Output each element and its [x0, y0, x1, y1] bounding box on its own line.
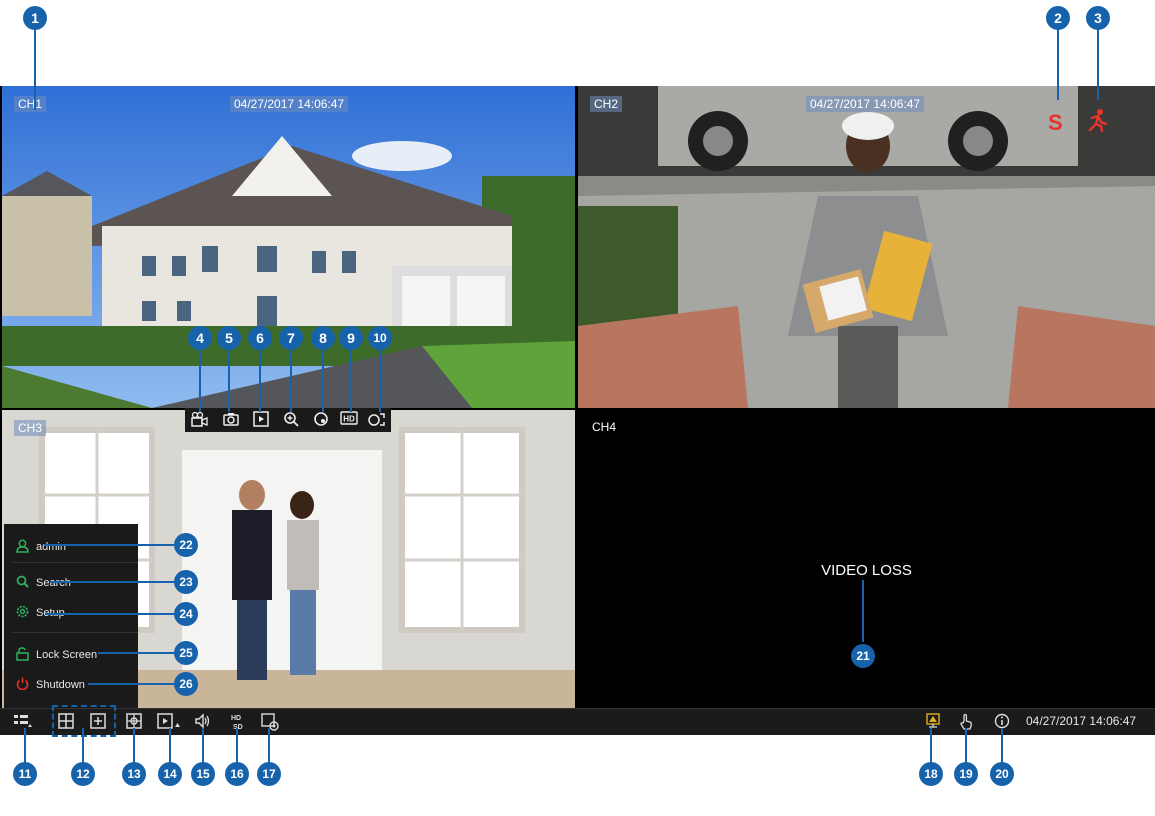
house-camera-image [2, 86, 575, 408]
channel-1-view[interactable]: CH1 04/27/2017 14:06:47 [2, 86, 575, 408]
callout-leader [1057, 28, 1059, 100]
callout-leader [862, 580, 864, 642]
record-camera-icon[interactable] [189, 411, 209, 430]
callout-leader [46, 613, 174, 615]
callout-leader [50, 581, 174, 583]
channel-quick-toolbar: HD [185, 408, 391, 432]
callout-11: 11 [13, 762, 37, 786]
start-menu-icon[interactable] [13, 713, 33, 734]
network-alert-icon[interactable] [925, 713, 941, 734]
callout-22: 22 [174, 533, 198, 557]
callout-3: 3 [1086, 6, 1110, 30]
callout-leader [199, 350, 201, 412]
callout-18: 18 [919, 762, 943, 786]
channel-label: CH3 [14, 420, 47, 436]
svg-text:HD: HD [343, 415, 355, 424]
menu-item-search[interactable]: Search [4, 568, 138, 598]
callout-1: 1 [23, 6, 47, 30]
callout-leader [88, 683, 174, 685]
callout-19: 19 [954, 762, 978, 786]
start-menu: admin Search Setup Lock Screen Shutdown [4, 524, 138, 708]
menu-item-label: Shutdown [36, 679, 85, 691]
callout-13: 13 [122, 762, 146, 786]
menu-divider [12, 562, 138, 563]
callout-leader [322, 350, 324, 412]
callout-25: 25 [174, 641, 198, 665]
callout-leader [1097, 28, 1099, 100]
callout-9: 9 [339, 326, 363, 350]
lock-icon [14, 646, 30, 664]
quad-layout-icon[interactable] [58, 713, 74, 734]
svg-text:HD: HD [231, 715, 241, 722]
callout-16: 16 [225, 762, 249, 786]
hd-stream-icon[interactable]: HD [339, 411, 359, 428]
callout-24: 24 [174, 602, 198, 626]
record-status-icon: S [1048, 110, 1063, 135]
channel-timestamp: 04/27/2017 14:06:47 [230, 96, 349, 112]
callout-6: 6 [248, 326, 272, 350]
callout-leader [34, 28, 36, 110]
callout-leader [379, 350, 381, 412]
channel-label: CH4 [592, 420, 617, 434]
callout-10: 10 [368, 326, 392, 350]
callout-leader [350, 350, 352, 412]
callout-17: 17 [257, 762, 281, 786]
menu-divider [12, 632, 138, 633]
channel-label: CH1 [14, 96, 47, 112]
face-detect-icon[interactable] [367, 411, 387, 430]
taskbar: HDSD 04/27/2017 14:06:47 [0, 705, 1155, 737]
menu-item-label: Search [36, 577, 71, 589]
single-layout-icon[interactable] [90, 713, 106, 734]
callout-14: 14 [158, 762, 182, 786]
gear-icon [14, 605, 30, 621]
motion-detect-icon [1086, 108, 1108, 137]
callout-5: 5 [217, 326, 241, 350]
menu-item-label: admin [36, 541, 66, 553]
menu-item-lock-screen[interactable]: Lock Screen [4, 640, 138, 670]
channel-timestamp: 04/27/2017 14:06:47 [806, 96, 925, 112]
callout-7: 7 [279, 326, 303, 350]
callout-2: 2 [1046, 6, 1070, 30]
taskbar-datetime: 04/27/2017 14:06:47 [1026, 714, 1137, 728]
callout-4: 4 [188, 326, 212, 350]
channel-2-view[interactable]: CH2 04/27/2017 14:06:47 S [578, 86, 1155, 408]
callout-20: 20 [990, 762, 1014, 786]
color-adjust-icon[interactable] [311, 411, 331, 430]
channel-label: CH2 [590, 96, 623, 112]
menu-item-shutdown[interactable]: Shutdown [4, 670, 138, 700]
callout-23: 23 [174, 570, 198, 594]
search-icon [14, 575, 30, 591]
callout-26: 26 [174, 672, 198, 696]
callout-12: 12 [71, 762, 95, 786]
callout-leader [98, 652, 174, 654]
zoom-in-icon[interactable] [281, 411, 301, 430]
callout-21: 21 [851, 644, 875, 668]
menu-item-label: Lock Screen [36, 649, 98, 661]
snapshot-icon[interactable] [221, 411, 241, 430]
callout-leader [290, 350, 292, 412]
callout-leader [228, 350, 230, 412]
recording-status-icon[interactable] [261, 713, 279, 736]
user-icon [14, 539, 30, 556]
power-icon [14, 677, 30, 693]
menu-item-admin[interactable]: admin [4, 532, 138, 562]
callout-leader [44, 544, 174, 546]
callout-8: 8 [311, 326, 335, 350]
callout-leader [259, 350, 261, 412]
playback-icon[interactable] [251, 411, 271, 430]
callout-15: 15 [191, 762, 215, 786]
delivery-camera-image [578, 86, 1155, 408]
video-loss-message: VIDEO LOSS [821, 562, 912, 579]
